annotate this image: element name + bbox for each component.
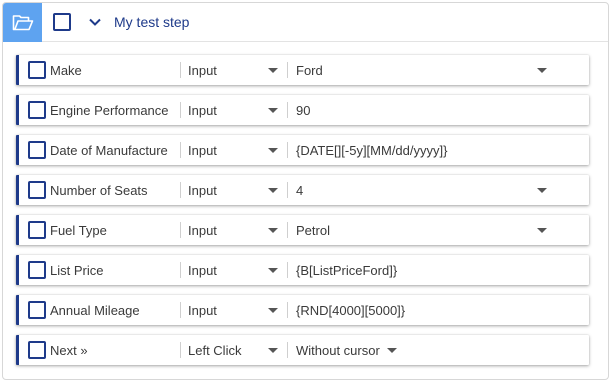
- row-field-name: Engine Performance: [50, 103, 169, 118]
- column-divider: [287, 102, 288, 118]
- action-dropdown-caret-icon[interactable]: [268, 188, 278, 193]
- value-dropdown-caret-icon[interactable]: [537, 188, 547, 193]
- row-action-select[interactable]: Input: [188, 183, 217, 198]
- step-row: List Price Input {B[ListPriceFord]}: [16, 255, 589, 285]
- column-divider: [287, 342, 288, 358]
- row-value-field[interactable]: Ford: [296, 63, 323, 78]
- folder-button[interactable]: [3, 3, 42, 42]
- chevron-down-icon[interactable]: [87, 14, 103, 30]
- action-dropdown-caret-icon[interactable]: [268, 148, 278, 153]
- step-row: Number of Seats Input 4: [16, 175, 589, 205]
- action-dropdown-caret-icon[interactable]: [268, 228, 278, 233]
- row-field-name: Fuel Type: [50, 223, 107, 238]
- folder-open-icon: [12, 14, 33, 30]
- value-dropdown-caret-icon[interactable]: [537, 68, 547, 73]
- row-action-select[interactable]: Input: [188, 223, 217, 238]
- row-checkbox[interactable]: [28, 101, 46, 119]
- row-value-field[interactable]: {RND[4000][5000]}: [296, 303, 405, 318]
- column-divider: [180, 222, 181, 238]
- column-divider: [180, 102, 181, 118]
- action-dropdown-caret-icon[interactable]: [268, 308, 278, 313]
- row-value-field[interactable]: Without cursor: [296, 343, 380, 358]
- row-action-select[interactable]: Input: [188, 263, 217, 278]
- column-divider: [287, 262, 288, 278]
- row-checkbox[interactable]: [28, 341, 46, 359]
- row-action-select[interactable]: Input: [188, 303, 217, 318]
- column-divider: [180, 342, 181, 358]
- value-dropdown-caret-icon[interactable]: [387, 348, 397, 353]
- step-header: My test step: [3, 3, 608, 42]
- column-divider: [287, 182, 288, 198]
- column-divider: [180, 262, 181, 278]
- step-row: Date of Manufacture Input {DATE[][-5y][MM/…: [16, 135, 589, 165]
- step-select-checkbox[interactable]: [53, 13, 71, 31]
- column-divider: [180, 302, 181, 318]
- row-value-field[interactable]: 90: [296, 103, 310, 118]
- step-row: Next » Left Click Without cursor: [16, 335, 589, 365]
- row-field-name: List Price: [50, 263, 104, 278]
- row-field-name: Number of Seats: [50, 183, 148, 198]
- row-action-select[interactable]: Left Click: [188, 343, 241, 358]
- row-action-select[interactable]: Input: [188, 143, 217, 158]
- step-row: Annual Mileage Input {RND[4000][5000]}: [16, 295, 589, 325]
- column-divider: [180, 62, 181, 78]
- row-field-name: Next »: [50, 343, 88, 358]
- step-title: My test step: [114, 14, 190, 30]
- row-checkbox[interactable]: [28, 141, 46, 159]
- row-field-name: Annual Mileage: [50, 303, 140, 318]
- step-row: Fuel Type Input Petrol: [16, 215, 589, 245]
- value-dropdown-caret-icon[interactable]: [537, 228, 547, 233]
- row-field-name: Date of Manufacture: [50, 143, 168, 158]
- step-row: Engine Performance Input 90: [16, 95, 589, 125]
- action-dropdown-caret-icon[interactable]: [268, 68, 278, 73]
- row-checkbox[interactable]: [28, 61, 46, 79]
- row-value-field[interactable]: {B[ListPriceFord]}: [296, 263, 397, 278]
- row-checkbox[interactable]: [28, 301, 46, 319]
- row-checkbox[interactable]: [28, 181, 46, 199]
- action-dropdown-caret-icon[interactable]: [268, 268, 278, 273]
- action-dropdown-caret-icon[interactable]: [268, 108, 278, 113]
- row-checkbox[interactable]: [28, 221, 46, 239]
- column-divider: [180, 142, 181, 158]
- action-dropdown-caret-icon[interactable]: [268, 348, 278, 353]
- column-divider: [287, 222, 288, 238]
- column-divider: [287, 302, 288, 318]
- column-divider: [287, 62, 288, 78]
- row-value-field[interactable]: Petrol: [296, 223, 330, 238]
- column-divider: [287, 142, 288, 158]
- row-value-field[interactable]: 4: [296, 183, 303, 198]
- row-action-select[interactable]: Input: [188, 63, 217, 78]
- row-field-name: Make: [50, 63, 82, 78]
- column-divider: [180, 182, 181, 198]
- step-row: Make Input Ford: [16, 55, 589, 85]
- row-value-field[interactable]: {DATE[][-5y][MM/dd/yyyy]}: [296, 143, 447, 158]
- row-checkbox[interactable]: [28, 261, 46, 279]
- row-action-select[interactable]: Input: [188, 103, 217, 118]
